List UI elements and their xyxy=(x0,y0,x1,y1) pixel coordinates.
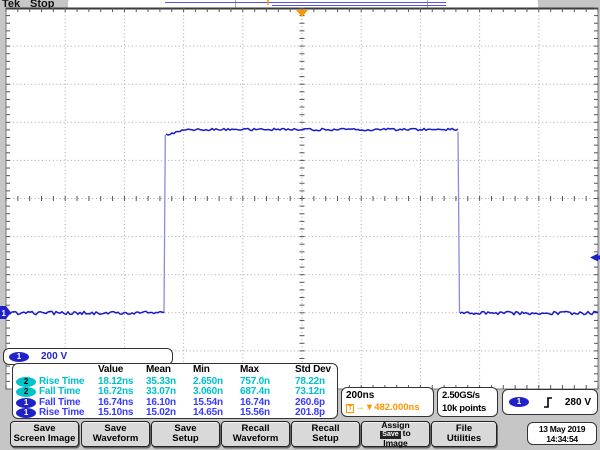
measurement-header-row: Value Mean Min Max Std Dev xyxy=(16,365,337,377)
assign-save-to-image-button[interactable]: Assign Saveto Image xyxy=(361,421,430,447)
measurement-row: 1Rise Time 15.10ns 15.02n 14.65n 15.56n … xyxy=(16,408,337,419)
save-waveform-button[interactable]: SaveWaveform xyxy=(81,421,150,447)
measurement-name: Fall Time xyxy=(39,387,80,398)
save-setup-button[interactable]: SaveSetup xyxy=(151,421,220,447)
measurement-name: Rise Time xyxy=(39,408,84,419)
oscilloscope-screen: Tek Stop T 1 1 200 V Value Mean Min Max xyxy=(0,0,600,450)
channel2-badge: 2 xyxy=(16,377,36,387)
trigger-delay-value: 482.000ns xyxy=(374,402,419,414)
acquisition-readout: 2.50GS/s 10k points xyxy=(437,387,498,417)
channel1-badge: 1 xyxy=(9,352,29,362)
time-value: 14:34:54 xyxy=(546,434,578,444)
channel1-badge: 1 xyxy=(16,408,36,418)
channel1-scale: 200 V xyxy=(41,351,67,362)
save-screen-image-button[interactable]: SaveScreen Image xyxy=(10,421,79,447)
trigger-delay-readout: T →▼ 482.000ns xyxy=(346,402,433,414)
sample-rate: 2.50GS/s xyxy=(442,389,497,402)
trigger-source-badge: 1 xyxy=(509,397,529,407)
timebase-scale: 200ns xyxy=(346,389,433,402)
datetime-readout: 13 May 2019 14:34:54 xyxy=(527,422,597,445)
date-value: 13 May 2019 xyxy=(539,424,585,434)
col-header-value: Value xyxy=(98,365,146,377)
col-header-stddev: Std Dev xyxy=(295,365,337,377)
channel1-position-marker-label: 1 xyxy=(2,309,7,318)
delay-arrow-icon: →▼ xyxy=(355,402,374,414)
timebase-readout: 200ns T →▼ 482.000ns xyxy=(341,387,434,417)
measurement-table: Value Mean Min Max Std Dev 2Rise Time 18… xyxy=(12,363,338,419)
measurement-row: 2Fall Time 16.72ns 33.07n 3.060n 687.4n … xyxy=(16,387,337,398)
record-length: 10k points xyxy=(442,402,497,415)
file-utilities-button[interactable]: FileUtilities xyxy=(431,421,497,447)
trigger-level-value: 280 V xyxy=(565,397,591,408)
channel1-badge: 1 xyxy=(16,398,36,408)
trigger-t-icon: T xyxy=(346,404,354,413)
col-header-max: Max xyxy=(240,365,295,377)
col-header-mean: Mean xyxy=(146,365,193,377)
channel2-badge: 2 xyxy=(16,387,36,397)
recall-setup-button[interactable]: RecallSetup xyxy=(291,421,360,447)
trigger-level-marker-stem xyxy=(596,256,600,260)
recall-waveform-button[interactable]: RecallWaveform xyxy=(221,421,290,447)
col-header-min: Min xyxy=(193,365,240,377)
trigger-readout: 1 280 V xyxy=(502,389,598,415)
rising-slope-icon xyxy=(543,396,554,409)
